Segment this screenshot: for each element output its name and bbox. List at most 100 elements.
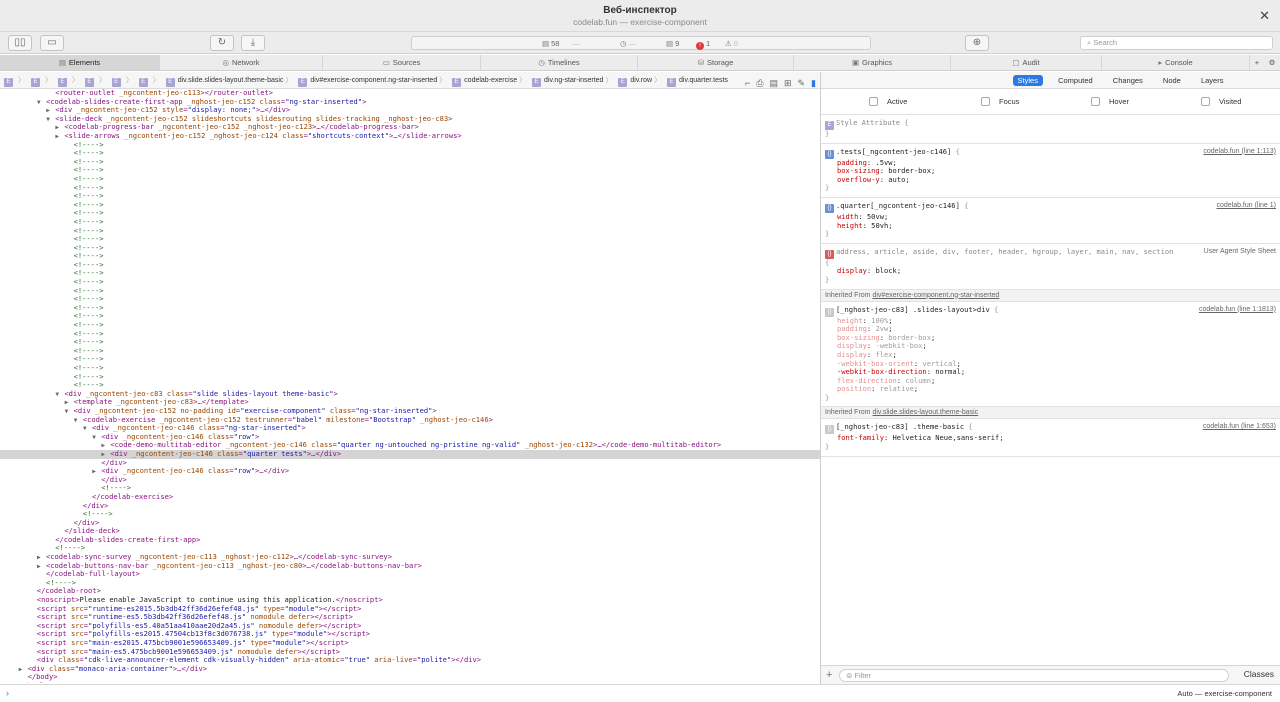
search-input[interactable]: ⌕ Search — [1080, 36, 1273, 50]
breadcrumb-item[interactable]: div.row — [630, 77, 652, 84]
tab-console[interactable]: ▸ Console — [1102, 55, 1250, 70]
classes-button[interactable]: Classes — [1244, 669, 1274, 679]
console-prompt[interactable]: › Auto — exercise-component — [0, 684, 1280, 702]
grid-icon[interactable]: ⊞ — [784, 78, 792, 88]
tab-changes[interactable]: Changes — [1108, 75, 1148, 86]
log-count[interactable]: ▤ 9 — [666, 38, 679, 49]
dom-node[interactable]: <!----> — [0, 251, 820, 261]
breadcrumb-item[interactable]: codelab-exercise — [464, 77, 517, 84]
dom-node[interactable]: <!----> — [0, 174, 820, 184]
inherited-rule[interactable]: {} [_nghost-jeo-c83] .slides-layout>div {… — [821, 302, 1280, 408]
dom-node[interactable]: <!----> — [0, 234, 820, 244]
hover-checkbox[interactable]: Hover — [1091, 97, 1129, 106]
edit-icon[interactable]: ✎ — [798, 78, 806, 88]
dom-node[interactable]: <!----> — [0, 166, 820, 175]
dock-side-icon[interactable]: ▯▯ — [8, 35, 32, 51]
dom-node[interactable]: <!----> — [0, 200, 820, 210]
tab-network[interactable]: ◎ Network — [160, 55, 323, 70]
dom-node[interactable]: <!----> — [0, 217, 820, 227]
dom-node[interactable]: <!----> — [0, 226, 820, 236]
dock-bottom-icon[interactable]: ▭ — [40, 35, 64, 51]
dom-node[interactable]: <!----> — [0, 269, 820, 278]
dom-node[interactable]: <!----> — [0, 337, 820, 347]
active-checkbox[interactable]: Active — [869, 97, 907, 106]
dom-node[interactable]: <!----> — [0, 277, 820, 287]
breadcrumb-item[interactable]: div#exercise-component.ng-star-inserted — [310, 77, 437, 84]
dom-node[interactable]: <!----> — [0, 303, 820, 313]
inherited-rule[interactable]: {} [_nghost-jeo-c83] .theme-basic { codel… — [821, 419, 1280, 457]
dom-node[interactable]: <!----> — [0, 157, 820, 167]
dom-node[interactable]: <!----> — [0, 191, 820, 201]
element-icon[interactable]: E — [57, 78, 67, 87]
dom-node[interactable]: </html> — [0, 681, 820, 683]
settings-icon[interactable]: ⚙ — [1265, 55, 1279, 70]
add-tab-icon[interactable]: + — [1250, 55, 1264, 70]
tab-storage[interactable]: ⛁ Storage — [638, 55, 794, 70]
download-icon[interactable]: ⤓ — [241, 35, 265, 51]
dom-node[interactable]: <!----> — [0, 294, 820, 304]
element-icon[interactable]: E — [4, 78, 13, 87]
sidebar-toggle-icon[interactable]: ▮ — [811, 78, 816, 88]
tab-audit[interactable]: ▢ Audit — [951, 55, 1102, 70]
css-rule[interactable]: {} .tests[_ngcontent-jeo-c146] { codelab.… — [821, 144, 1280, 198]
dom-node[interactable]: </codelab-slides-create-first-app> — [0, 535, 820, 545]
dom-node[interactable]: <!----> — [0, 363, 820, 373]
execution-context-select[interactable]: Auto — exercise-component — [1177, 689, 1272, 698]
focus-checkbox[interactable]: Focus — [981, 97, 1019, 106]
dom-node[interactable]: </div> — [0, 501, 820, 511]
dom-node[interactable]: <!----> — [0, 140, 820, 150]
dom-node[interactable]: <!----> — [0, 509, 820, 519]
dom-node[interactable]: <!----> — [0, 286, 820, 296]
breadcrumb-item[interactable]: div.slide.slides-layout.theme-basic — [178, 77, 284, 84]
resources-count[interactable]: ▤ 58 — [542, 38, 559, 49]
dom-node[interactable]: <!----> — [0, 209, 820, 218]
inherited-link[interactable]: div#exercise-component.ng-star-inserted — [872, 292, 999, 299]
tab-elements[interactable]: ▤ Elements — [0, 55, 160, 70]
dom-node[interactable]: </codelab-exercise> — [0, 492, 820, 502]
style-attribute-rule[interactable]: E Style Attribute { } — [821, 115, 1280, 144]
dom-node[interactable]: ▶ <slide-arrows _ngcontent-jeo-c152 _ngho… — [0, 131, 820, 141]
dom-node[interactable]: <!----> — [0, 355, 820, 364]
source-link[interactable]: codelab.fun (line 1:113) — [1203, 148, 1276, 157]
element-icon[interactable]: E — [138, 78, 148, 87]
reload-icon[interactable]: ↻ — [210, 35, 234, 51]
dom-node[interactable]: <!----> — [0, 372, 820, 382]
dom-node[interactable]: <!----> — [0, 346, 820, 356]
dom-node[interactable]: </codelab-full-layout> — [0, 569, 820, 579]
layout-icon[interactable]: ⌐ — [745, 78, 750, 88]
tab-node[interactable]: Node — [1158, 75, 1186, 86]
inherited-link[interactable]: div.slide.slides-layout.theme-basic — [872, 409, 978, 416]
dom-node[interactable]: <!----> — [0, 243, 820, 253]
tab-sources[interactable]: ▭ Sources — [323, 55, 481, 70]
element-icon[interactable]: E — [111, 78, 121, 87]
target-icon[interactable]: ⊕ — [965, 35, 989, 51]
dom-node[interactable]: </div> — [0, 518, 820, 528]
warning-count[interactable]: ⚠ 0 — [725, 38, 738, 49]
ruler-icon[interactable]: ▤ — [769, 78, 778, 88]
print-icon[interactable]: ⎙ — [756, 78, 763, 88]
tab-computed[interactable]: Computed — [1053, 75, 1098, 86]
tab-timelines[interactable]: ◷ Timelines — [481, 55, 638, 70]
visited-checkbox[interactable]: Visited — [1201, 97, 1241, 106]
dom-node[interactable]: ▶ <div class="monaco-aria-container">…</d… — [0, 664, 820, 674]
dom-node[interactable]: <!----> — [0, 578, 820, 588]
error-count[interactable]: ! 1 — [696, 38, 710, 50]
dom-node[interactable]: <!----> — [0, 312, 820, 321]
dom-node[interactable]: <!----> — [0, 183, 820, 193]
source-link[interactable]: codelab.fun (line 1:653) — [1203, 423, 1276, 432]
dom-node[interactable]: </body> — [0, 673, 820, 682]
user-agent-rule[interactable]: {} address, article, aside, div, footer, … — [821, 244, 1280, 290]
dom-node[interactable]: <!----> — [0, 148, 820, 158]
breadcrumb-item[interactable]: div.quarter.tests — [679, 77, 728, 84]
dom-node[interactable]: <!----> — [0, 320, 820, 330]
source-link[interactable]: codelab.fun (line 1) — [1216, 202, 1276, 211]
dom-node[interactable]: <!----> — [0, 260, 820, 270]
css-rule[interactable]: {} .quarter[_ngcontent-jeo-c146] { codela… — [821, 198, 1280, 244]
tab-layers[interactable]: Layers — [1196, 75, 1229, 86]
tab-graphics[interactable]: ▣ Graphics — [794, 55, 951, 70]
element-icon[interactable]: E — [30, 78, 40, 87]
filter-input[interactable]: ⊜ Filter — [839, 669, 1229, 682]
close-icon[interactable]: ✕ — [1259, 8, 1270, 24]
add-rule-icon[interactable]: + — [826, 669, 832, 681]
dom-node[interactable]: <!----> — [0, 329, 820, 339]
